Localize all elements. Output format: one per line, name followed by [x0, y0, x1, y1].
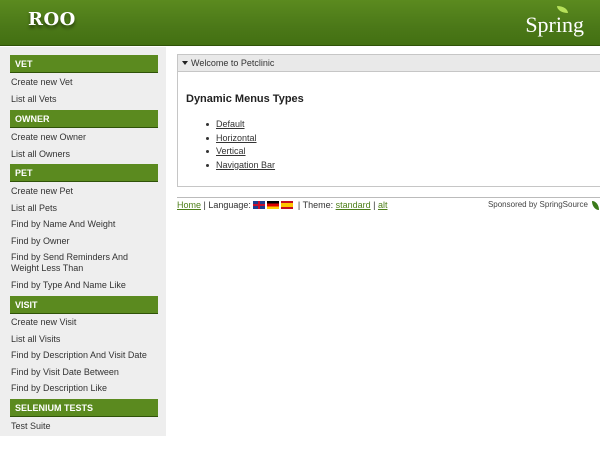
theme-label: | Theme: — [295, 200, 336, 210]
flag-de-icon[interactable] — [267, 201, 280, 209]
theme-separator: | — [370, 200, 378, 210]
menu-item-list-pets[interactable]: List all Pets — [11, 203, 161, 214]
menu-section-owner: OWNER — [10, 110, 158, 128]
menu-item-test-suite[interactable]: Test Suite — [11, 421, 161, 432]
footer-divider — [177, 197, 600, 198]
theme-alt-link[interactable]: alt — [378, 200, 388, 210]
sponsored-by-text: Sponsored by SpringSource — [487, 200, 588, 209]
bullet-icon — [206, 164, 209, 167]
flag-es-icon[interactable] — [281, 201, 294, 209]
menu-section-vet: VET — [10, 55, 158, 73]
bullet-icon — [206, 137, 209, 140]
menu-item-find-name-weight[interactable]: Find by Name And Weight — [11, 219, 161, 230]
header-banner: ROO Spring — [0, 0, 600, 46]
menu-section-selenium: SELENIUM TESTS — [10, 399, 158, 417]
menu-item-create-owner[interactable]: Create new Owner — [11, 132, 161, 143]
spring-logo: Spring — [525, 12, 584, 37]
footer: Home | Language: | Theme: standard | alt… — [177, 200, 600, 214]
springsource-leaf-icon[interactable] — [592, 201, 599, 210]
menu-item-find-reminders-weight[interactable]: Find by Send Reminders And Weight Less T… — [11, 252, 141, 274]
sidebar: VET Create new Vet List all Vets OWNER C… — [0, 47, 166, 436]
menu-item-find-owner[interactable]: Find by Owner — [11, 236, 161, 247]
welcome-panel: Welcome to Petclinic Dynamic Menus Types… — [177, 54, 600, 187]
collapse-triangle-icon[interactable] — [182, 61, 188, 65]
menu-item-list-visits[interactable]: List all Visits — [11, 334, 161, 345]
roo-logo: ROO — [28, 9, 76, 30]
panel-title-bar[interactable]: Welcome to Petclinic — [178, 55, 600, 72]
menu-item-create-visit[interactable]: Create new Visit — [11, 317, 161, 328]
menu-item-create-pet[interactable]: Create new Pet — [11, 186, 161, 197]
panel-heading: Dynamic Menus Types — [186, 93, 304, 105]
flag-en-icon[interactable] — [253, 201, 266, 209]
bullet-icon — [206, 150, 209, 153]
menu-type-navigation-bar-link[interactable]: Navigation Bar — [216, 160, 275, 170]
menu-item-find-type-name[interactable]: Find by Type And Name Like — [11, 280, 161, 291]
menu-type-horizontal-link[interactable]: Horizontal — [216, 133, 257, 143]
menu-item-create-vet[interactable]: Create new Vet — [11, 77, 161, 88]
panel-title: Welcome to Petclinic — [191, 58, 275, 68]
menu-item-list-owners[interactable]: List all Owners — [11, 149, 161, 160]
menu-item-list-vets[interactable]: List all Vets — [11, 94, 161, 105]
menu-item-find-description-like[interactable]: Find by Description Like — [11, 383, 161, 394]
menu-section-visit: VISIT — [10, 296, 158, 314]
menu-section-pet: PET — [10, 164, 158, 182]
bullet-icon — [206, 123, 209, 126]
menu-item-find-description-date[interactable]: Find by Description And Visit Date — [11, 350, 161, 361]
menu-type-default-link[interactable]: Default — [216, 119, 245, 129]
menu-item-find-date-between[interactable]: Find by Visit Date Between — [11, 367, 161, 378]
language-label: | Language: — [201, 200, 254, 210]
menu-type-vertical-link[interactable]: Vertical — [216, 146, 246, 156]
theme-standard-link[interactable]: standard — [336, 200, 371, 210]
home-link[interactable]: Home — [177, 200, 201, 210]
